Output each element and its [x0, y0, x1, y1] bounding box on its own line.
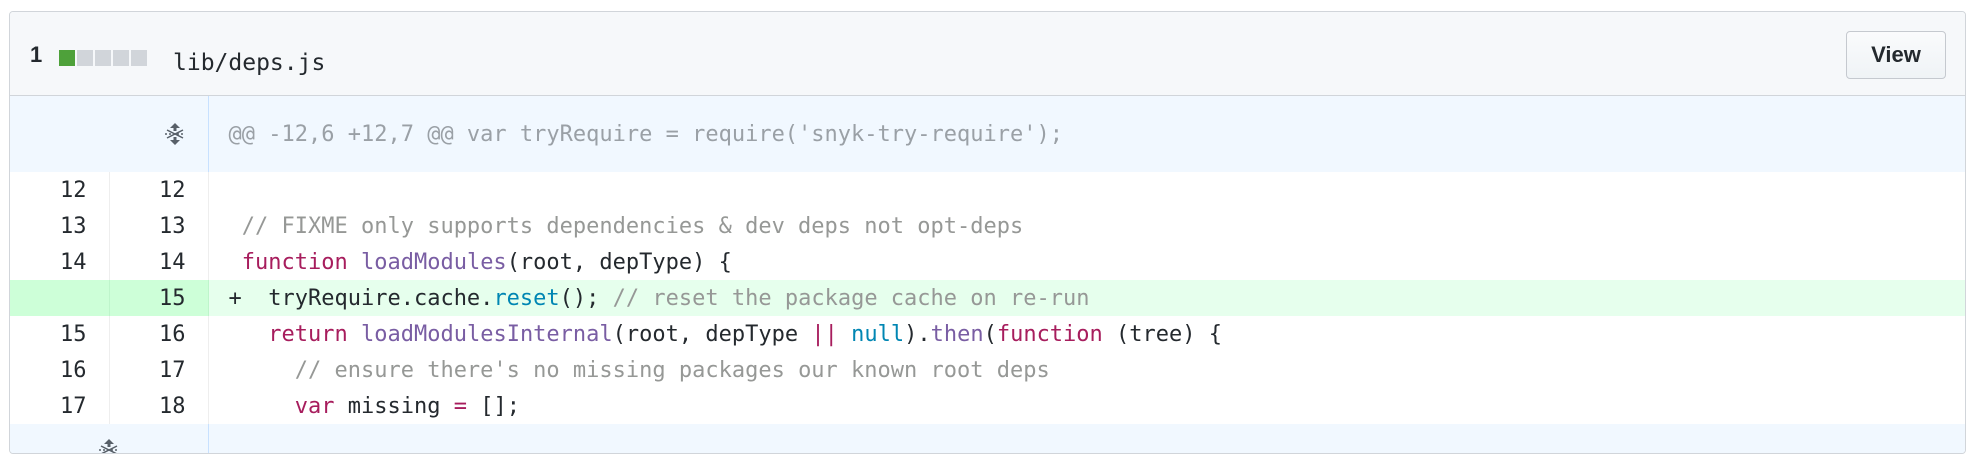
diffstat-block-added — [59, 50, 75, 66]
old-line-number[interactable]: 12 — [10, 172, 110, 208]
diff-marker: + — [228, 285, 242, 311]
diff-marker — [229, 358, 242, 383]
new-line-number[interactable]: 18 — [109, 388, 209, 424]
diff-line-context: 16 17 // ensure there's no missing packag… — [10, 352, 1965, 388]
diff-marker — [229, 214, 242, 239]
diffstat-block-neutral — [113, 50, 129, 66]
view-file-button[interactable]: View — [1846, 31, 1946, 79]
code-line: return loadModulesInternal(root, depType… — [208, 316, 1965, 352]
code-token: // FIXME only supports dependencies & de… — [241, 213, 1024, 239]
diffstat-block-neutral — [131, 50, 147, 66]
code-token: null — [851, 321, 905, 347]
diff-line-context: 13 13 // FIXME only supports dependencies… — [10, 208, 1965, 244]
new-line-number[interactable]: 13 — [109, 208, 209, 244]
unfold-icon — [98, 439, 119, 453]
code-token: (); — [559, 285, 613, 311]
code-line — [208, 172, 1965, 208]
diff-marker — [229, 178, 242, 203]
hunk-header-row: @@ -12,6 +12,7 @@ var tryRequire = requi… — [10, 96, 1965, 172]
code-token: function — [996, 321, 1103, 347]
diffstat-count: 1 — [30, 42, 43, 67]
code-line: + tryRequire.cache.reset(); // reset the… — [208, 280, 1965, 316]
expand-down-button[interactable] — [10, 424, 209, 453]
code-token: loadModules — [360, 249, 507, 275]
hunk-header: @@ -12,6 +12,7 @@ var tryRequire = requi… — [208, 96, 1965, 172]
diff-line-context: 17 18 var missing = []; — [10, 388, 1965, 424]
diff-marker — [229, 322, 242, 347]
code-token: ). — [904, 321, 931, 347]
diff-file: 1 lib/deps.js View @@ -12,6 +12,7 @@ var… — [9, 11, 1966, 454]
new-line-number[interactable]: 14 — [109, 244, 209, 280]
unfold-icon — [164, 123, 185, 145]
code-token: loadModulesInternal — [361, 321, 613, 347]
diffstat-block-neutral — [77, 50, 93, 66]
code-token: []; — [466, 393, 520, 419]
diff-line-context: 12 12 — [10, 172, 1965, 208]
code-token: return — [268, 321, 348, 347]
expand-footer-spacer — [208, 424, 1965, 453]
code-line: // ensure there's no missing packages ou… — [208, 352, 1965, 388]
code-token: var — [294, 393, 335, 419]
expand-footer-row — [10, 424, 1965, 453]
code-line: // FIXME only supports dependencies & de… — [208, 208, 1965, 244]
code-token: = — [453, 393, 467, 419]
code-token: // reset the package cache on re-run — [612, 285, 1090, 311]
old-line-number[interactable]: 15 — [10, 316, 110, 352]
old-line-number[interactable]: 13 — [10, 208, 110, 244]
diff-line-context: 15 16 return loadModulesInternal(root, de… — [10, 316, 1965, 352]
code-line: function loadModules(root, depType) { — [208, 244, 1965, 280]
diffstat-block-neutral — [95, 50, 111, 66]
new-line-number[interactable]: 17 — [109, 352, 209, 388]
diff-marker — [229, 250, 242, 275]
diffstat-bar — [59, 50, 147, 66]
code-token: (root, depType — [612, 321, 812, 347]
expand-up-button[interactable] — [10, 96, 209, 172]
code-token: ( — [983, 321, 997, 347]
code-token: (tree) { — [1102, 321, 1223, 347]
code-token: tryRequire.cache. — [241, 285, 494, 311]
code-token: (root, depType) { — [506, 249, 732, 275]
code-token: reset — [493, 285, 560, 311]
code-line: var missing = []; — [208, 388, 1965, 424]
diff-table: @@ -12,6 +12,7 @@ var tryRequire = requi… — [10, 96, 1965, 453]
diff-line-context: 14 14 function loadModules(root, depType)… — [10, 244, 1965, 280]
new-line-number[interactable]: 12 — [109, 172, 209, 208]
code-token: then — [930, 321, 984, 347]
file-header: 1 lib/deps.js View — [10, 12, 1965, 96]
old-line-number[interactable]: 16 — [10, 352, 110, 388]
code-token: function — [241, 249, 348, 275]
diff-marker — [229, 394, 242, 419]
code-token: || — [811, 321, 838, 347]
old-line-number[interactable]: 17 — [10, 388, 110, 424]
code-token: // ensure there's no missing packages ou… — [294, 357, 1050, 383]
code-token: missing — [334, 393, 454, 419]
old-line-number[interactable]: 14 — [10, 244, 110, 280]
new-line-number[interactable]: 16 — [109, 316, 209, 352]
new-line-number[interactable]: 15 — [109, 280, 209, 316]
old-line-number[interactable] — [10, 280, 110, 316]
diff-line-added: 15 + tryRequire.cache.reset(); // reset t… — [10, 280, 1965, 316]
file-name[interactable]: lib/deps.js — [173, 50, 325, 76]
